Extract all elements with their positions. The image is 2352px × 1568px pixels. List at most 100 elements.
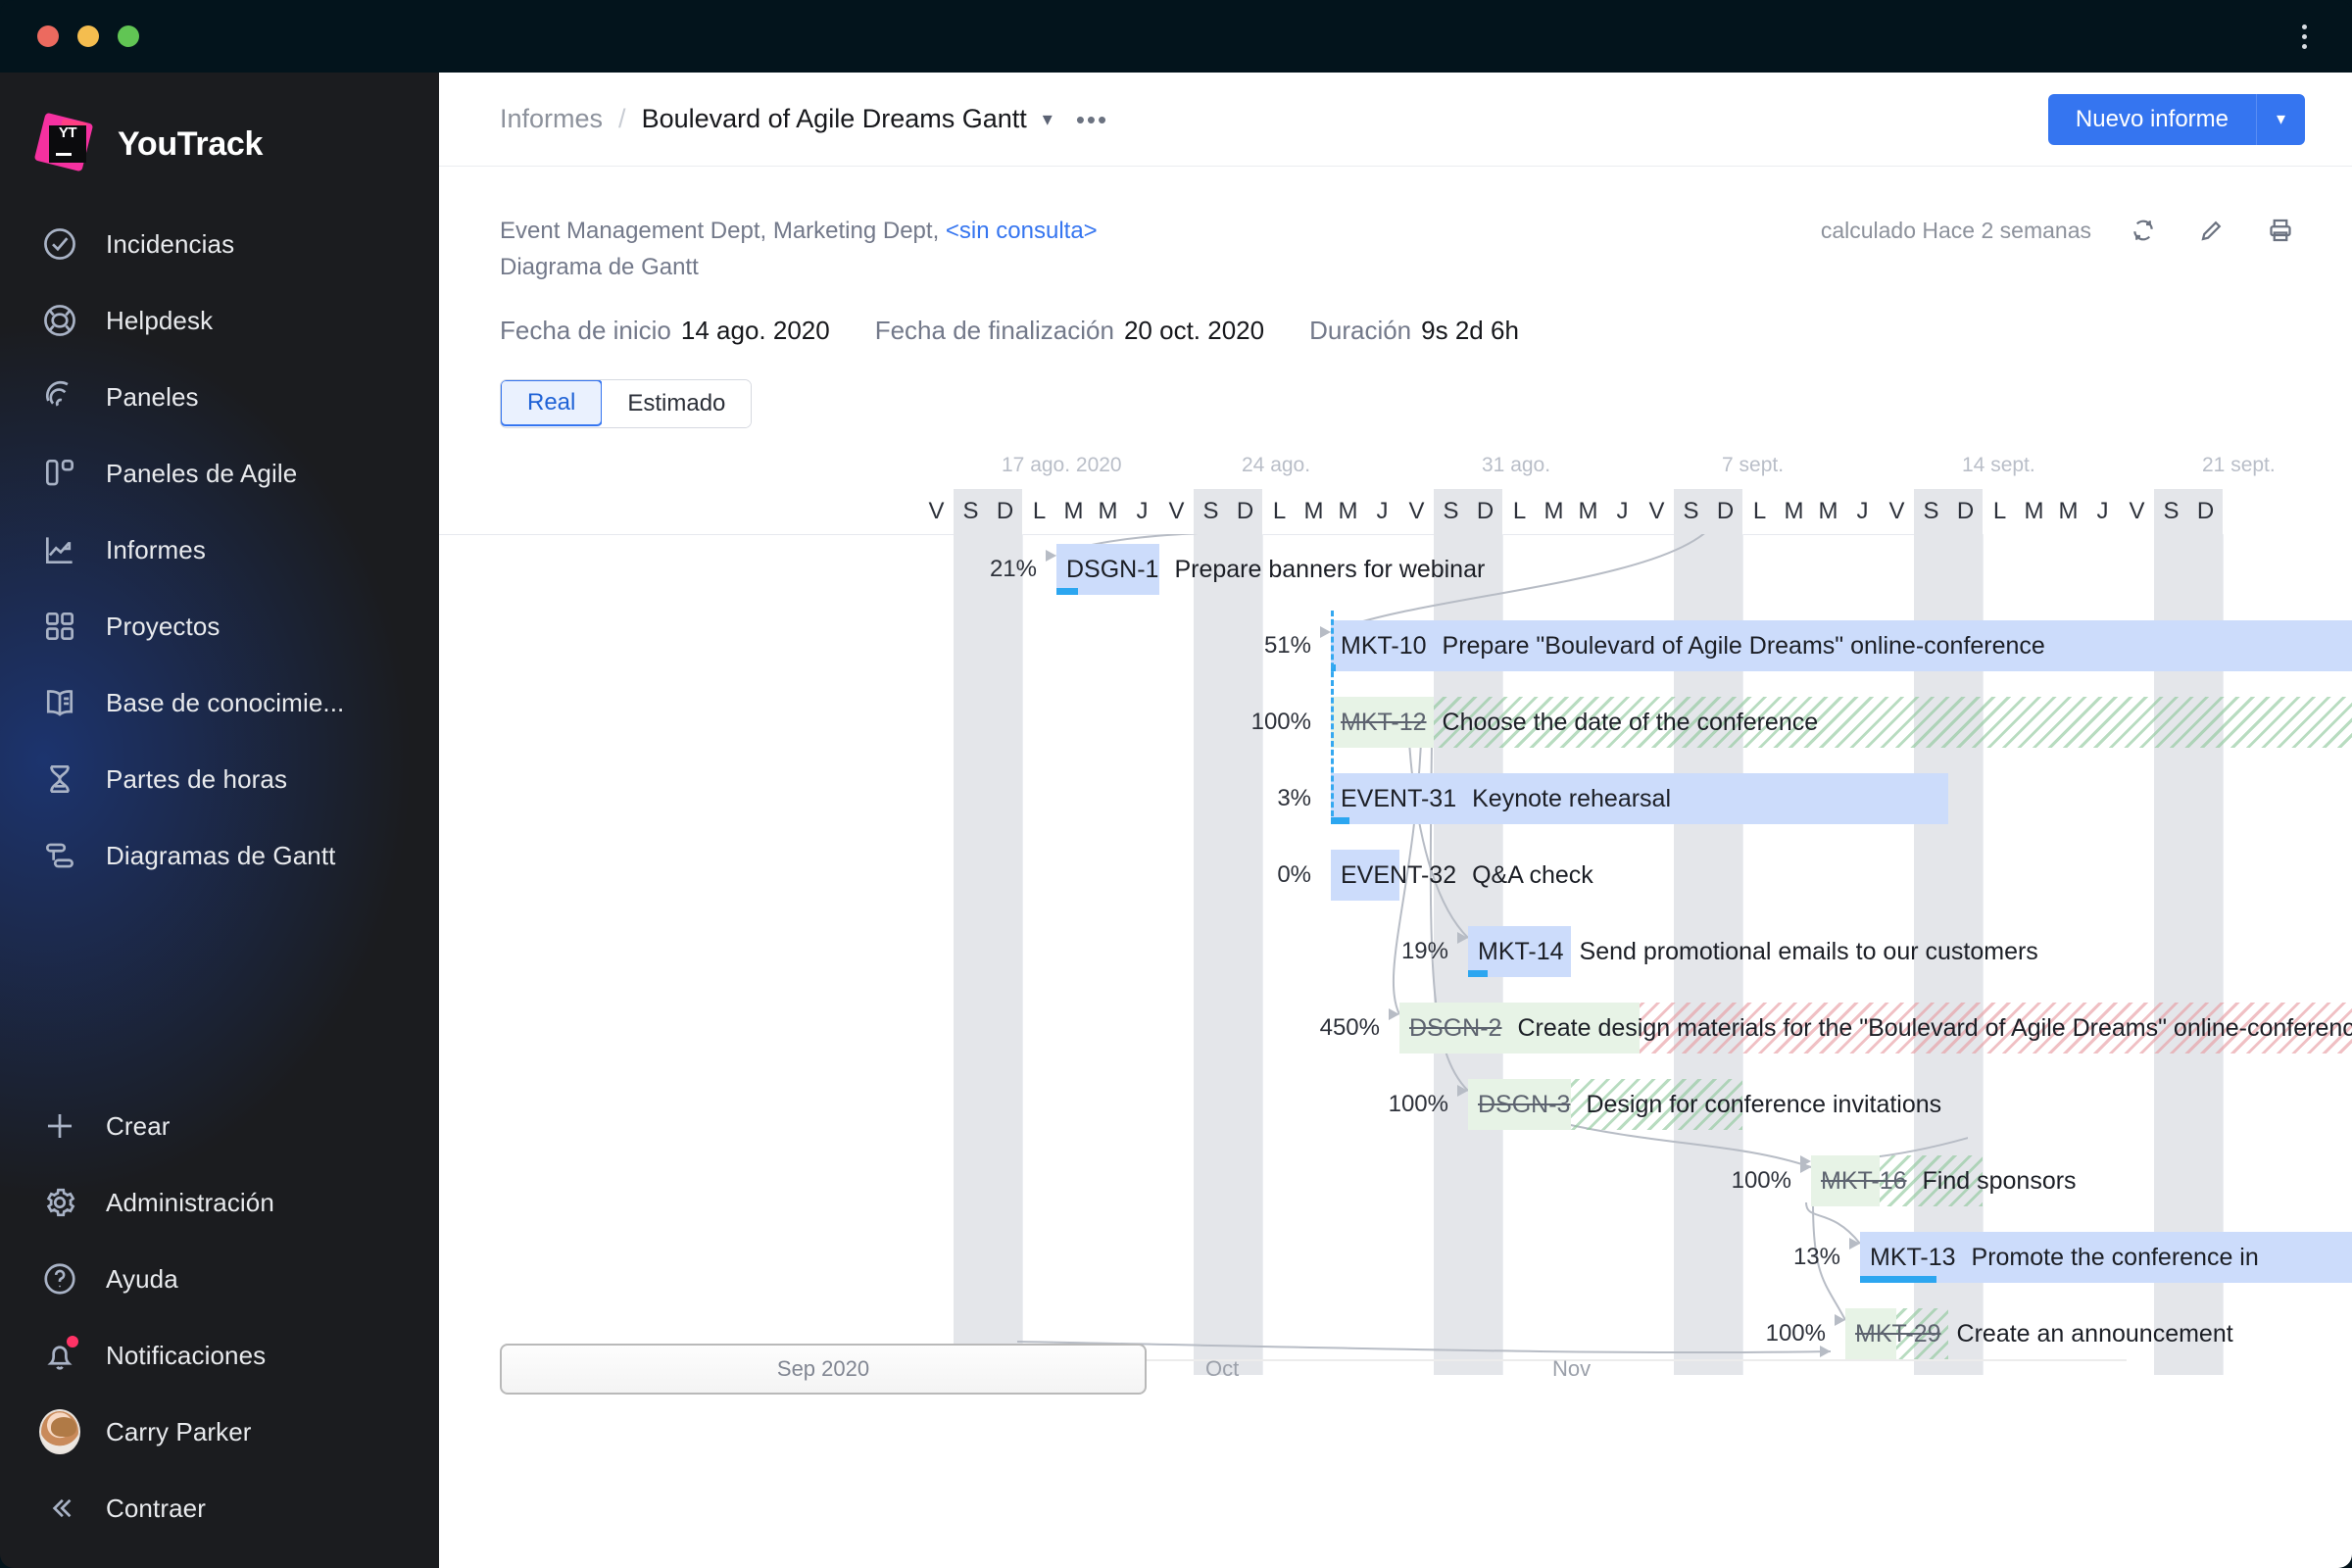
print-icon[interactable] bbox=[2264, 214, 2297, 247]
report-query-link[interactable]: <sin consulta> bbox=[946, 218, 1098, 244]
gantt-task-label[interactable]: MKT-13 Promote the conference in bbox=[1870, 1232, 2259, 1283]
gantt-day-cell: J bbox=[1856, 498, 1869, 524]
refresh-icon[interactable] bbox=[2127, 214, 2160, 247]
avatar bbox=[39, 1409, 80, 1454]
gantt-navigator[interactable]: Sep 2020 Oct Nov bbox=[500, 1344, 2127, 1398]
gantt-task-id[interactable]: MKT-14 bbox=[1478, 938, 1564, 965]
gantt-icon bbox=[39, 835, 80, 876]
gantt-task-id[interactable]: MKT-16 bbox=[1821, 1167, 1907, 1195]
window-controls bbox=[37, 25, 139, 47]
gantt-task-row[interactable]: 0% EVENT-32 Q&A check bbox=[439, 850, 2352, 901]
gantt-task-row[interactable]: 450% DSGN-2 Create design materials for th… bbox=[439, 1003, 2352, 1054]
minimize-window-button[interactable] bbox=[77, 25, 99, 47]
new-report-button[interactable]: Nuevo informe bbox=[2047, 93, 2256, 145]
gantt-task-row[interactable]: 100% DSGN-3 Design for conference invitati… bbox=[439, 1079, 2352, 1130]
breadcrumb-informes[interactable]: Informes bbox=[500, 104, 603, 134]
gantt-task-row[interactable]: 51% MKT-10 Prepare "Boulevard of Agile Dre… bbox=[439, 620, 2352, 671]
chevron-down-icon[interactable]: ▾ bbox=[1043, 107, 1053, 131]
page-topbar: Informes / Boulevard of Agile Dreams Gan… bbox=[439, 73, 2352, 167]
gantt-task-label[interactable]: DSGN-3 Design for conference invitations bbox=[1478, 1079, 1941, 1130]
gantt-task-label[interactable]: MKT-12 Choose the date of the conference bbox=[1341, 697, 1818, 748]
gantt-task-name: Send promotional emails to our customers bbox=[1579, 938, 2038, 965]
gantt-day-cell: V bbox=[1648, 498, 1665, 524]
gantt-scroll-area[interactable]: 17 ago. 2020 24 ago. 31 ago. 7 sept. 14 sept… bbox=[439, 454, 2352, 1375]
sidebar-collapse-button[interactable]: Contraer bbox=[0, 1470, 439, 1546]
grid-squares-icon bbox=[39, 606, 80, 647]
gantt-task-id[interactable]: DSGN-3 bbox=[1478, 1091, 1570, 1118]
sidebar-item-diagramas-de-gantt[interactable]: Diagramas de Gantt bbox=[0, 817, 439, 894]
gantt-task-row[interactable]: 3% EVENT-31 Keynote rehearsal bbox=[439, 773, 2352, 824]
sidebar-item-label: Informes bbox=[106, 534, 206, 564]
gantt-task-id[interactable]: MKT-12 bbox=[1341, 709, 1427, 736]
sidebar-item-label: Base de conocimie... bbox=[106, 687, 345, 717]
gantt-task-label[interactable]: MKT-10 Prepare "Boulevard of Agile Dreams… bbox=[1341, 620, 2045, 671]
duration-value: 9s 2d 6h bbox=[1421, 316, 1519, 345]
gantt-day-cell: D bbox=[1708, 489, 1742, 534]
sidebar-item-notificaciones[interactable]: Notificaciones bbox=[0, 1317, 439, 1394]
gantt-task-row[interactable]: 100% MKT-12 Choose the date of the confere… bbox=[439, 697, 2352, 748]
maximize-window-button[interactable] bbox=[118, 25, 139, 47]
gantt-task-label[interactable]: EVENT-31 Keynote rehearsal bbox=[1341, 773, 1671, 824]
gantt-task-id[interactable]: EVENT-32 bbox=[1341, 861, 1456, 889]
close-window-button[interactable] bbox=[37, 25, 59, 47]
gantt-day-cell: S bbox=[1674, 489, 1708, 534]
gantt-day-cell: S bbox=[1914, 489, 1948, 534]
gantt-day-cell: S bbox=[1434, 489, 1468, 534]
gantt-day-cell: L bbox=[1272, 498, 1287, 524]
gantt-task-id[interactable]: DSGN-2 bbox=[1409, 1014, 1501, 1042]
navigator-thumb[interactable]: Sep 2020 bbox=[500, 1344, 1147, 1395]
gantt-task-id[interactable]: DSGN-1 bbox=[1066, 556, 1158, 583]
sidebar-item-user-profile[interactable]: Carry Parker bbox=[0, 1394, 439, 1470]
gantt-task-percent: 450% bbox=[1319, 1014, 1380, 1041]
duration-label: Duración bbox=[1309, 316, 1412, 345]
gantt-task-label[interactable]: DSGN-1 Prepare banners for webinar bbox=[1066, 544, 1485, 595]
pencil-icon[interactable] bbox=[2195, 214, 2229, 247]
kebab-menu-icon[interactable] bbox=[2287, 18, 2321, 55]
sidebar-item-base-de-conocimiento[interactable]: Base de conocimie... bbox=[0, 664, 439, 741]
plus-icon bbox=[39, 1105, 80, 1147]
gantt-day-cell: L bbox=[1752, 498, 1767, 524]
sidebar-item-paneles-de-agile[interactable]: Paneles de Agile bbox=[0, 435, 439, 512]
tab-estimado[interactable]: Estimado bbox=[602, 380, 752, 427]
gear-icon bbox=[39, 1182, 80, 1223]
brand[interactable]: YT YouTrack bbox=[0, 73, 439, 172]
sidebar-item-informes[interactable]: Informes bbox=[0, 512, 439, 588]
report-calculated-label: calculado Hace 2 semanas bbox=[1820, 217, 2091, 243]
sidebar-item-proyectos[interactable]: Proyectos bbox=[0, 588, 439, 664]
sidebar-item-ayuda[interactable]: Ayuda bbox=[0, 1241, 439, 1317]
gantt-task-id[interactable]: MKT-10 bbox=[1341, 632, 1427, 660]
sidebar-item-label: Incidencias bbox=[106, 228, 235, 259]
gantt-task-id[interactable]: MKT-13 bbox=[1870, 1244, 1956, 1271]
sidebar-item-label: Notificaciones bbox=[106, 1340, 267, 1370]
gantt-chart: 17 ago. 2020 24 ago. 31 ago. 7 sept. 14 sept… bbox=[439, 454, 2352, 1434]
gantt-task-row[interactable]: 21% DSGN-1 Prepare banners for webinar bbox=[439, 544, 2352, 595]
gantt-task-name: Create design materials for the "Bouleva… bbox=[1517, 1014, 2352, 1042]
ellipsis-icon[interactable]: ••• bbox=[1076, 107, 1108, 132]
sidebar-nav: Incidencias Helpdesk Paneles Paneles de … bbox=[0, 206, 439, 894]
sidebar-item-partes-de-horas[interactable]: Partes de horas bbox=[0, 741, 439, 817]
sidebar-item-label: Administración bbox=[106, 1187, 274, 1217]
tab-real[interactable]: Real bbox=[501, 380, 604, 426]
gantt-day-cell: S bbox=[2154, 489, 2188, 534]
hourglass-icon bbox=[39, 759, 80, 800]
gantt-task-row[interactable]: 13% MKT-13 Promote the conference in bbox=[439, 1232, 2352, 1283]
gantt-task-row[interactable]: 100% MKT-16 Find sponsors bbox=[439, 1155, 2352, 1206]
gantt-task-label[interactable]: EVENT-32 Q&A check bbox=[1341, 850, 1593, 901]
gantt-task-label[interactable]: MKT-14 Send promotional emails to our cus… bbox=[1478, 926, 2038, 977]
sidebar-item-paneles[interactable]: Paneles bbox=[0, 359, 439, 435]
new-report-dropdown-button[interactable]: ▾ bbox=[2256, 93, 2305, 145]
gantt-task-id[interactable]: EVENT-31 bbox=[1341, 785, 1456, 812]
gantt-task-name: Prepare banners for webinar bbox=[1174, 556, 1486, 583]
youtrack-logo-icon: YT bbox=[33, 112, 96, 172]
gantt-task-row[interactable]: 19% MKT-14 Send promotional emails to our … bbox=[439, 926, 2352, 977]
sidebar-item-incidencias[interactable]: Incidencias bbox=[0, 206, 439, 282]
report-header: Event Management Dept, Marketing Dept, <… bbox=[439, 167, 2352, 286]
gantt-month-header: 17 ago. 2020 24 ago. 31 ago. 7 sept. 14 sept… bbox=[439, 454, 2352, 487]
gantt-task-label[interactable]: DSGN-2 Create design materials for the "B… bbox=[1409, 1003, 2352, 1054]
gantt-task-label[interactable]: MKT-16 Find sponsors bbox=[1821, 1155, 2077, 1206]
gantt-day-cell: L bbox=[1032, 498, 1047, 524]
sidebar-item-helpdesk[interactable]: Helpdesk bbox=[0, 282, 439, 359]
sidebar-item-administracion[interactable]: Administración bbox=[0, 1164, 439, 1241]
sidebar-item-crear[interactable]: Crear bbox=[0, 1088, 439, 1164]
gantt-task-rows: 21% DSGN-1 Prepare banners for webinar 51% M… bbox=[439, 534, 2352, 1375]
